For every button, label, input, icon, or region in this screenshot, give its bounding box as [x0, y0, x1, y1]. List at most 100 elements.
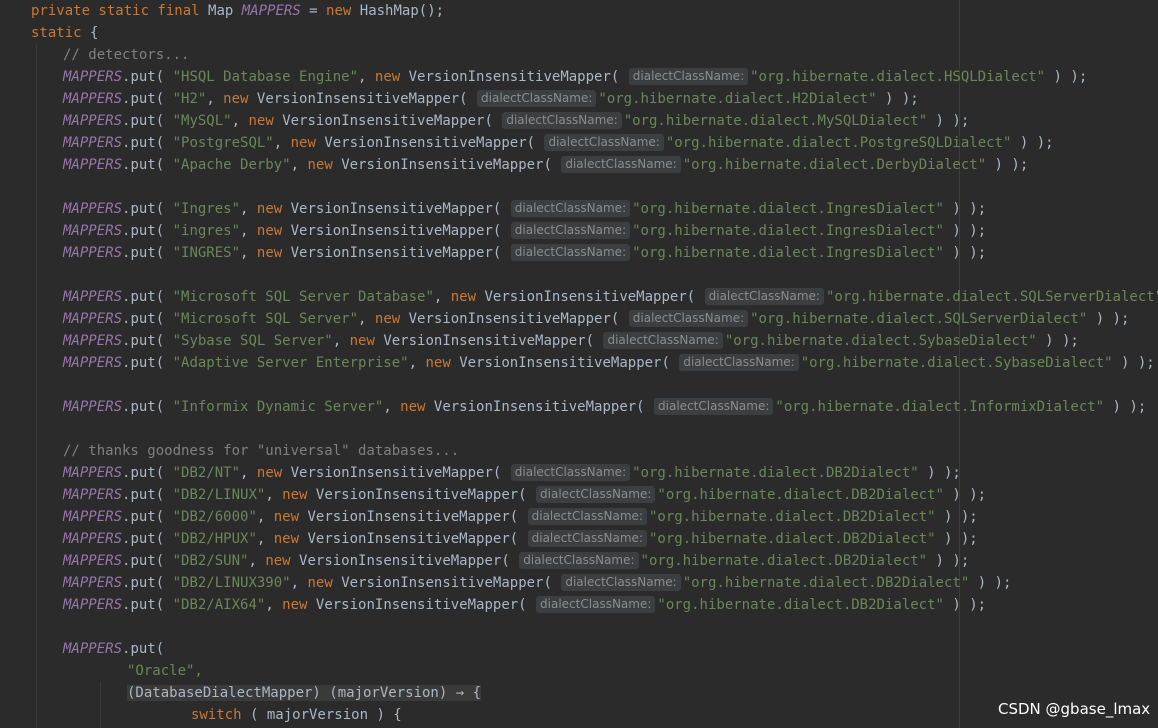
mapper-put-line: MAPPERS.put( "Ingres", new VersionInsens…: [63, 198, 986, 220]
field-name: MAPPERS: [63, 69, 123, 85]
mapper-put-line: MAPPERS.put( "DB2/SUN", new VersionInsen…: [63, 550, 969, 572]
closing-parens: ) );: [969, 575, 1012, 591]
dialect-class-string: "org.hibernate.dialect.DB2Dialect": [640, 553, 928, 569]
field-name: MAPPERS: [63, 157, 123, 173]
database-name-string: "Informix Dynamic Server": [172, 399, 384, 415]
comma: ,: [248, 553, 266, 569]
code-editor[interactable]: private static final Map MAPPERS = new H…: [0, 0, 1158, 728]
keyword: new: [248, 113, 283, 129]
method-call: .put(: [122, 157, 173, 173]
field-name: MAPPERS: [63, 135, 123, 151]
field-name: MAPPERS: [63, 553, 123, 569]
dialect-class-string: "org.hibernate.dialect.DB2Dialect": [648, 531, 936, 547]
parameter-hint: dialectClassName:: [510, 200, 631, 217]
database-name-string: "HSQL Database Engine": [172, 69, 359, 85]
field-name: MAPPERS: [63, 289, 123, 305]
keyword: new: [273, 531, 308, 547]
keyword: new: [256, 201, 291, 217]
mapper-put-line: MAPPERS.put( "DB2/AIX64", new VersionIns…: [63, 594, 986, 616]
closing-parens: ) );: [943, 245, 987, 261]
method-call: .put(: [122, 553, 173, 569]
database-name-string: "Apache Derby": [172, 157, 291, 173]
code-comment: // detectors...: [63, 44, 189, 66]
dialect-class-string: "org.hibernate.dialect.DerbyDialect": [682, 157, 987, 173]
switch-condition: ( majorVersion ) {: [241, 707, 402, 723]
dialect-class-string: "org.hibernate.dialect.SybaseDialect": [724, 333, 1037, 349]
database-name-string: "DB2/6000": [172, 509, 257, 525]
comma: ,: [332, 333, 350, 349]
mapper-put-line: MAPPERS.put( "MySQL", new VersionInsensi…: [63, 110, 969, 132]
closing-parens: ) );: [1011, 135, 1054, 151]
method-call: .put(: [122, 311, 173, 327]
indent-guide: [100, 682, 101, 728]
method-call: .put(: [122, 355, 173, 371]
code-line: switch ( majorVersion ) {: [191, 704, 402, 726]
dialect-class-string: "org.hibernate.dialect.DB2Dialect": [657, 597, 944, 613]
database-name-string: "DB2/HPUX": [172, 531, 257, 547]
field-name: MAPPERS: [63, 597, 123, 613]
mapper-class: VersionInsensitiveMapper(: [256, 91, 468, 107]
database-name-string: "DB2/AIX64": [172, 597, 266, 613]
database-name-string: "DB2/LINUX390": [172, 575, 291, 591]
keyword: new: [349, 333, 384, 349]
parameter-hint: dialectClassName:: [704, 288, 824, 305]
method-call: .put(: [122, 245, 173, 261]
dialect-class-string: "org.hibernate.dialect.DB2Dialect": [632, 465, 919, 481]
parameter-hint: dialectClassName:: [561, 574, 681, 591]
field-name: MAPPERS: [63, 311, 123, 327]
parameter-hint: dialectClassName:: [603, 332, 723, 349]
database-name-string: "PostgreSQL": [172, 135, 274, 151]
parameter-hint: dialectClassName:: [510, 244, 631, 261]
method-call: .put(: [122, 135, 173, 151]
closing-parens: ) );: [943, 223, 987, 239]
mapper-class: VersionInsensitiveMapper(: [282, 113, 493, 129]
closing-parens: ) );: [918, 465, 961, 481]
mapper-put-line: MAPPERS.put( "DB2/6000", new VersionInse…: [63, 506, 978, 528]
parameter-hint: dialectClassName:: [527, 508, 647, 525]
comma: ,: [433, 289, 451, 305]
parameter-hint: dialectClassName:: [510, 464, 631, 481]
mapper-put-line: MAPPERS.put( "HSQL Database Engine", new…: [63, 66, 1087, 88]
keyword: new: [374, 69, 409, 85]
mapper-class: VersionInsensitiveMapper(: [290, 245, 502, 261]
code-line: MAPPERS.put(: [63, 638, 164, 660]
database-name-string: "DB2/LINUX": [172, 487, 266, 503]
comma: ,: [231, 113, 249, 129]
method-call: .put(: [122, 91, 173, 107]
mapper-class: VersionInsensitiveMapper(: [484, 289, 696, 305]
dialect-class-string: "org.hibernate.dialect.SybaseDialect": [800, 355, 1113, 371]
keyword: new: [265, 553, 300, 569]
database-name-string: "ingres": [172, 223, 241, 239]
dialect-class-string: "org.hibernate.dialect.DB2Dialect": [657, 487, 944, 503]
mapper-class: VersionInsensitiveMapper(: [290, 465, 502, 481]
code-line: static {: [31, 22, 98, 44]
method-call: .put(: [122, 399, 173, 415]
keyword: new: [223, 91, 257, 107]
field-name: MAPPERS: [63, 201, 123, 217]
closing-parens: ) );: [1087, 311, 1130, 327]
method-call: .put(: [122, 201, 173, 217]
parameter-hint: dialectClassName:: [502, 112, 622, 129]
brace: {: [90, 25, 99, 41]
type-name: Map: [208, 3, 242, 19]
mapper-put-line: MAPPERS.put( "Apache Derby", new Version…: [63, 154, 1028, 176]
mapper-put-line: MAPPERS.put( "Sybase SQL Server", new Ve…: [63, 330, 1079, 352]
parameter-hint: dialectClassName:: [510, 222, 631, 239]
mapper-class: VersionInsensitiveMapper(: [341, 157, 552, 173]
closing-parens: ) );: [1045, 69, 1088, 85]
mapper-class: VersionInsensitiveMapper(: [459, 355, 670, 371]
parameter-hint: dialectClassName:: [527, 530, 647, 547]
dialect-class-string: "org.hibernate.dialect.IngresDialect": [632, 201, 944, 217]
comma: ,: [273, 135, 291, 151]
method-call: .put(: [122, 531, 173, 547]
comma: ,: [240, 465, 257, 481]
